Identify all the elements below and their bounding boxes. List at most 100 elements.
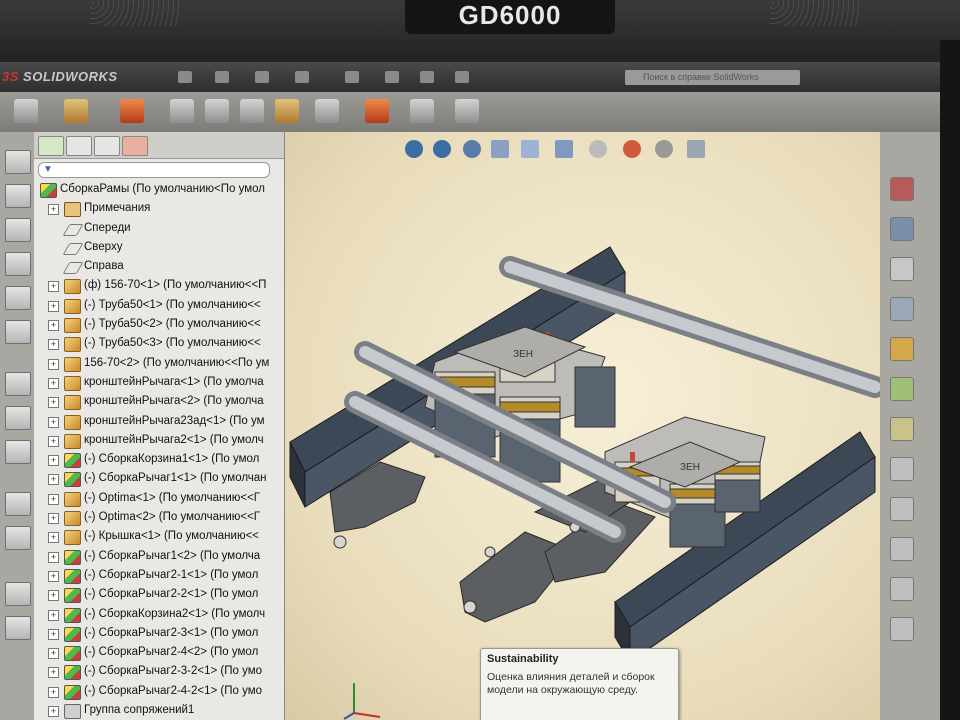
view-back-icon[interactable]	[5, 184, 31, 208]
expand-toggle-icon[interactable]: +	[48, 474, 59, 486]
tree-item[interactable]: Спереди	[34, 219, 284, 238]
mate-icon[interactable]	[120, 99, 144, 123]
sketch-icon[interactable]	[5, 372, 31, 396]
expand-toggle-icon[interactable]: +	[48, 667, 59, 679]
insert-component-icon[interactable]	[64, 99, 88, 123]
tree-item[interactable]: + кронштейнРычага<1> (По умолча	[34, 373, 284, 392]
smart-fasteners-icon[interactable]	[205, 99, 229, 123]
tree-item[interactable]: + (-) Optima<1> (По умолчанию<<Г	[34, 489, 284, 508]
view-right-icon[interactable]	[5, 252, 31, 276]
expand-toggle-icon[interactable]: +	[48, 377, 59, 389]
select-icon[interactable]	[385, 71, 399, 83]
custom-properties-icon[interactable]	[890, 377, 914, 401]
tree-item[interactable]: + кронштейнРычага23ад<1> (По ум	[34, 412, 284, 431]
expand-toggle-icon[interactable]: +	[48, 300, 59, 312]
view-palette-icon[interactable]	[890, 297, 914, 321]
resources-icon[interactable]	[890, 177, 914, 201]
design-library-icon[interactable]	[890, 217, 914, 241]
show-hidden-icon[interactable]	[275, 99, 299, 123]
file-explorer-icon[interactable]	[890, 257, 914, 281]
expand-toggle-icon[interactable]: +	[48, 551, 59, 563]
expand-toggle-icon[interactable]: +	[48, 590, 59, 602]
expand-toggle-icon[interactable]: +	[48, 648, 59, 660]
tab-configuration-manager[interactable]	[94, 136, 120, 156]
expand-toggle-icon[interactable]: +	[48, 320, 59, 332]
tree-item[interactable]: + (-) Труба50<1> (По умолчанию<<	[34, 296, 284, 315]
new-file-icon[interactable]	[178, 71, 192, 83]
offset-icon[interactable]	[5, 616, 31, 640]
expand-toggle-icon[interactable]: +	[48, 532, 59, 544]
reference-geometry-icon[interactable]	[365, 99, 389, 123]
expand-toggle-icon[interactable]: +	[48, 686, 59, 698]
tree-item[interactable]: + (-) Труба50<2> (По умолчанию<<	[34, 315, 284, 334]
tree-item[interactable]: + (-) Optima<2> (По умолчанию<<Г	[34, 508, 284, 527]
expand-toggle-icon[interactable]: +	[48, 281, 59, 293]
tree-item[interactable]: + (-) СборкаРычаг2-3<1> (По умол	[34, 624, 284, 643]
tree-item[interactable]: Сверху	[34, 238, 284, 257]
print-preview-icon[interactable]	[890, 617, 914, 641]
tree-item[interactable]: Справа	[34, 257, 284, 276]
expand-toggle-icon[interactable]: +	[48, 609, 59, 621]
print-icon[interactable]	[295, 71, 309, 83]
tree-item[interactable]: +156-70<2> (По умолчанию<<По ум	[34, 354, 284, 373]
expand-toggle-icon[interactable]: +	[48, 397, 59, 409]
view-isometric-icon[interactable]	[5, 320, 31, 344]
tree-item[interactable]: + (-) Крышка<1> (По умолчанию<<	[34, 527, 284, 546]
solidworks-forum-icon[interactable]	[890, 497, 914, 521]
expand-toggle-icon[interactable]: +	[48, 628, 59, 640]
tree-item[interactable]: + (-) СборкаКорзина2<1> (По умолч	[34, 605, 284, 624]
view-top-icon[interactable]	[5, 286, 31, 310]
expand-toggle-icon[interactable]: +	[48, 706, 59, 718]
tree-item[interactable]: + Примечания	[34, 199, 284, 218]
save-icon[interactable]	[255, 71, 269, 83]
bill-of-materials-icon[interactable]	[455, 99, 479, 123]
rectangle-icon[interactable]	[5, 492, 31, 516]
tree-item[interactable]: + (-) СборкаКорзина1<1> (По умол	[34, 450, 284, 469]
tab-property-manager[interactable]	[66, 136, 92, 156]
edit-component-icon[interactable]	[14, 99, 38, 123]
toolbox-icon[interactable]	[890, 457, 914, 481]
expand-toggle-icon[interactable]: +	[48, 455, 59, 467]
trim-icon[interactable]	[5, 582, 31, 606]
expand-toggle-icon[interactable]: +	[48, 358, 59, 370]
tree-item[interactable]: + (-) СборкаРычаг1<1> (По умолчан	[34, 469, 284, 488]
help-search-input[interactable]: Поиск в справке SolidWorks	[625, 70, 800, 85]
linear-pattern-icon[interactable]	[170, 99, 194, 123]
tree-item[interactable]: + (ф) 156-70<1> (По умолчанию<<П	[34, 276, 284, 295]
tab-appearance[interactable]	[122, 136, 148, 156]
open-file-icon[interactable]	[215, 71, 229, 83]
tree-item[interactable]: + (-) СборкаРычаг1<2> (По умолча	[34, 547, 284, 566]
rebuild-icon[interactable]	[420, 71, 434, 83]
view-front-icon[interactable]	[5, 150, 31, 174]
tree-item[interactable]: + (-) СборкаРычаг2-2<1> (По умол	[34, 585, 284, 604]
expand-toggle-icon[interactable]: +	[48, 570, 59, 582]
3d-content-icon[interactable]	[890, 537, 914, 561]
expand-toggle-icon[interactable]: +	[48, 493, 59, 505]
expand-toggle-icon[interactable]: +	[48, 204, 59, 216]
tree-item[interactable]: + кронштейнРычага2<1> (По умолч	[34, 431, 284, 450]
tree-item[interactable]: + (-) СборкаРычаг2-3-2<1> (По умо	[34, 662, 284, 681]
tree-item[interactable]: + Группа сопряжений1	[34, 701, 284, 720]
expand-toggle-icon[interactable]: +	[48, 513, 59, 525]
smart-dimension-icon[interactable]	[5, 406, 31, 430]
tree-item[interactable]: + кронштейнРычага<2> (По умолча	[34, 392, 284, 411]
move-component-icon[interactable]	[240, 99, 264, 123]
assembly-features-icon[interactable]	[315, 99, 339, 123]
tab-feature-manager[interactable]	[38, 136, 64, 156]
graphics-viewport[interactable]: ЗЕН ЗЕН	[285, 132, 880, 720]
expand-toggle-icon[interactable]: +	[48, 339, 59, 351]
options-icon[interactable]	[455, 71, 469, 83]
tree-item[interactable]: + (-) Труба50<3> (По умолчанию<<	[34, 334, 284, 353]
sustainability-icon[interactable]	[890, 417, 914, 441]
tree-item[interactable]: + (-) СборкаРычаг2-4-2<1> (По умо	[34, 682, 284, 701]
expand-toggle-icon[interactable]: +	[48, 416, 59, 428]
tree-item[interactable]: + (-) СборкаРычаг2-4<2> (По умол	[34, 643, 284, 662]
circle-icon[interactable]	[5, 526, 31, 550]
feature-filter-input[interactable]: ▼	[38, 162, 270, 178]
tree-item[interactable]: + (-) СборкаРычаг2-1<1> (По умол	[34, 566, 284, 585]
view-left-icon[interactable]	[5, 218, 31, 242]
appearances-icon[interactable]	[890, 337, 914, 361]
search-results-icon[interactable]	[890, 577, 914, 601]
undo-icon[interactable]	[345, 71, 359, 83]
new-motion-study-icon[interactable]	[410, 99, 434, 123]
